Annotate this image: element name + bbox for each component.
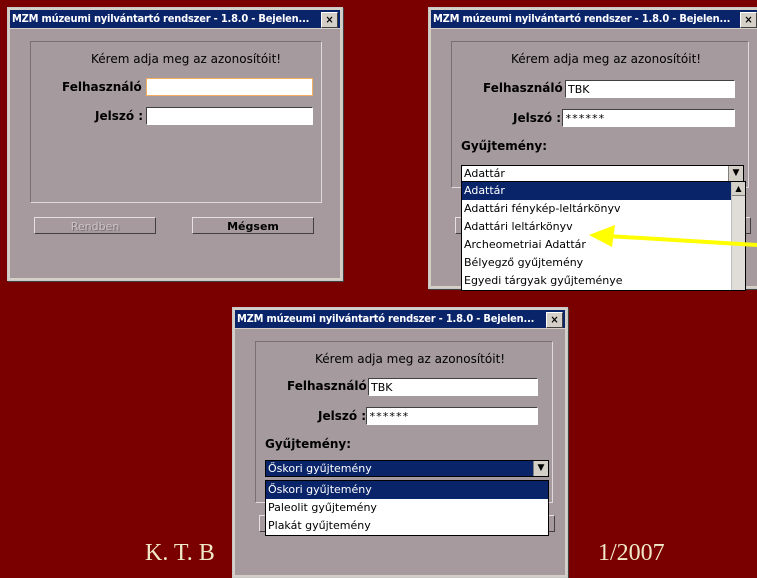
user-label: Felhasználó : bbox=[483, 81, 572, 95]
collection-dropdown-list: Őskori gyűjtemény Paleolit gyűjtemény Pl… bbox=[265, 480, 549, 536]
dropdown-item[interactable]: Paleolit gyűjtemény bbox=[266, 499, 548, 517]
dropdown-item[interactable]: Plakát gyűjtemény bbox=[266, 517, 548, 535]
password-label: Jelszó : bbox=[95, 109, 144, 123]
collection-label: Gyűjtemény: bbox=[265, 437, 352, 451]
dialog-body: Kérem adja meg az azonosítóit! Felhaszná… bbox=[235, 329, 565, 575]
dropdown-item[interactable]: Őskori gyűjtemény bbox=[266, 481, 548, 499]
dropdown-item[interactable]: Egyedi tárgyak gyűjteménye bbox=[462, 272, 745, 290]
prompt-text: Kérem adja meg az azonosítóit! bbox=[315, 352, 506, 366]
close-button[interactable]: × bbox=[321, 12, 338, 28]
title-bar: MZM múzeumi nyilvántartó rendszer - 1.8.… bbox=[431, 10, 757, 28]
chevron-down-icon[interactable]: ▼ bbox=[533, 461, 548, 476]
close-button[interactable]: × bbox=[740, 12, 757, 28]
close-button[interactable]: × bbox=[546, 312, 563, 328]
prompt-text: Kérem adja meg az azonosítóit! bbox=[91, 52, 282, 66]
login-dialog-empty: MZM múzeumi nyilvántartó rendszer - 1.8.… bbox=[7, 7, 343, 281]
dropdown-item[interactable]: Adattári fénykép-leltárkönyv bbox=[462, 200, 745, 218]
dialog-body: Kérem adja meg az azonosítóit! Felhaszná… bbox=[10, 29, 340, 278]
window-title: MZM múzeumi nyilvántartó rendszer - 1.8.… bbox=[237, 312, 535, 325]
cancel-button[interactable]: Mégsem bbox=[192, 217, 314, 234]
prompt-text: Kérem adja meg az azonosítóit! bbox=[511, 52, 702, 66]
collection-selected: Őskori gyűjtemény bbox=[268, 462, 372, 475]
scroll-up-icon[interactable]: ▲ bbox=[732, 182, 745, 196]
ok-button[interactable]: Rendben bbox=[34, 217, 156, 234]
footer-right-text: 1/2007 bbox=[598, 540, 665, 566]
collection-label: Gyűjtemény: bbox=[461, 139, 548, 153]
password-input[interactable]: ****** bbox=[366, 407, 538, 425]
yellow-arrow-annotation bbox=[589, 225, 757, 247]
user-label: Felhasználó : bbox=[62, 80, 151, 94]
chevron-down-icon[interactable]: ▼ bbox=[728, 166, 743, 181]
password-input[interactable] bbox=[146, 107, 313, 125]
dropdown-item[interactable]: Adattár bbox=[462, 182, 745, 200]
title-bar: MZM múzeumi nyilvántartó rendszer - 1.8.… bbox=[10, 10, 340, 28]
collection-select[interactable]: Adattár ▼ bbox=[461, 165, 744, 182]
user-input[interactable]: TBK bbox=[565, 80, 735, 98]
login-dialog-second-collection: MZM múzeumi nyilvántartó rendszer - 1.8.… bbox=[232, 307, 568, 578]
password-label: Jelszó : bbox=[318, 409, 367, 423]
collection-selected: Adattár bbox=[464, 167, 505, 180]
password-input[interactable]: ****** bbox=[562, 109, 735, 127]
window-title: MZM múzeumi nyilvántartó rendszer - 1.8.… bbox=[433, 12, 731, 25]
user-label: Felhasználó : bbox=[287, 379, 376, 393]
title-bar: MZM múzeumi nyilvántartó rendszer - 1.8.… bbox=[235, 310, 565, 328]
window-title: MZM múzeumi nyilvántartó rendszer - 1.8.… bbox=[12, 12, 310, 25]
user-input[interactable] bbox=[146, 78, 313, 96]
collection-select[interactable]: Őskori gyűjtemény ▼ bbox=[265, 460, 549, 477]
user-input[interactable]: TBK bbox=[368, 378, 538, 396]
footer-left-text: K. T. B bbox=[145, 540, 215, 566]
password-label: Jelszó : bbox=[513, 111, 562, 125]
